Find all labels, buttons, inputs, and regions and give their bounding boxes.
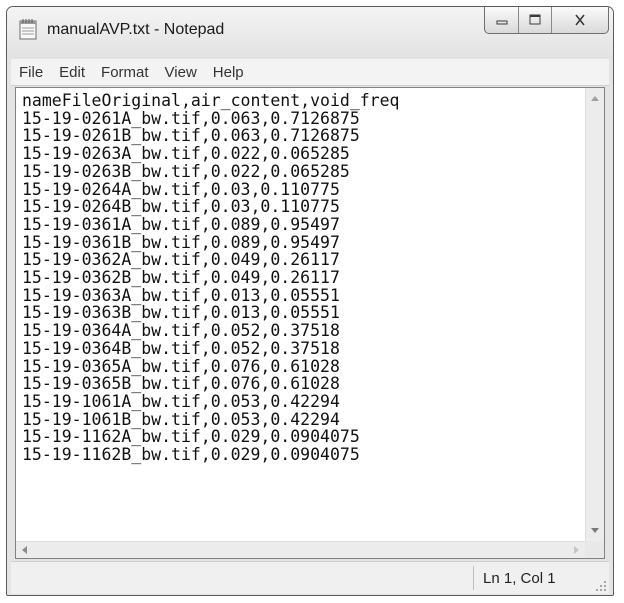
scroll-up-icon[interactable] <box>591 96 599 101</box>
maximize-icon <box>529 14 541 25</box>
window-controls <box>484 7 609 34</box>
text-line[interactable]: 15-19-0363A_bw.tif,0.013,0.05551 <box>22 287 570 305</box>
horizontal-scrollbar[interactable] <box>16 541 585 558</box>
title-bar[interactable]: manualAVP.txt - Notepad <box>7 7 613 59</box>
text-line[interactable]: 15-19-0362B_bw.tif,0.049,0.26117 <box>22 269 570 287</box>
text-line[interactable]: 15-19-0364A_bw.tif,0.052,0.37518 <box>22 322 570 340</box>
scroll-down-icon[interactable] <box>591 528 599 533</box>
text-line[interactable]: 15-19-1162B_bw.tif,0.029,0.0904075 <box>22 446 570 464</box>
text-line[interactable]: 15-19-0261B_bw.tif,0.063,0.7126875 <box>22 127 570 145</box>
menu-file[interactable]: File <box>11 59 51 86</box>
close-icon <box>575 14 585 26</box>
text-line[interactable]: 15-19-0264B_bw.tif,0.03,0.110775 <box>22 198 570 216</box>
text-line[interactable]: 15-19-0263B_bw.tif,0.022,0.065285 <box>22 163 570 181</box>
text-line[interactable]: 15-19-0263A_bw.tif,0.022,0.065285 <box>22 145 570 163</box>
vertical-scrollbar[interactable] <box>585 88 604 541</box>
cursor-position: Ln 1, Col 1 <box>483 570 556 587</box>
text-line[interactable]: 15-19-1061A_bw.tif,0.053,0.42294 <box>22 393 570 411</box>
maximize-button[interactable] <box>518 7 551 33</box>
text-line[interactable]: 15-19-0365A_bw.tif,0.076,0.61028 <box>22 357 570 376</box>
text-line[interactable]: 15-19-0264A_bw.tif,0.03,0.110775 <box>22 180 570 199</box>
minimize-button[interactable] <box>485 7 518 33</box>
text-line[interactable]: 15-19-0365B_bw.tif,0.076,0.61028 <box>22 375 570 393</box>
menu-bar: File Edit Format View Help <box>11 59 609 86</box>
text-line[interactable]: 15-19-0363B_bw.tif,0.013,0.05551 <box>22 304 570 322</box>
text-line[interactable]: 15-19-0361A_bw.tif,0.089,0.95497 <box>22 216 570 234</box>
menu-view[interactable]: View <box>157 59 205 86</box>
notepad-window: manualAVP.txt - Notepad File Edit Format… <box>6 6 614 596</box>
resize-grip-icon[interactable] <box>595 580 607 592</box>
scroll-left-icon[interactable] <box>22 546 27 554</box>
notepad-icon <box>19 18 37 40</box>
menu-help[interactable]: Help <box>205 59 252 86</box>
text-line-header[interactable]: nameFileOriginal,air_content,void_freq <box>22 92 570 110</box>
menu-format[interactable]: Format <box>93 59 157 86</box>
text-line[interactable]: 15-19-1162A_bw.tif,0.029,0.0904075 <box>22 428 570 446</box>
scrollbar-corner <box>585 541 604 558</box>
text-line[interactable]: 15-19-0261A_bw.tif,0.063,0.7126875 <box>22 109 570 128</box>
text-content[interactable]: nameFileOriginal,air_content,void_freq 15… <box>22 92 570 522</box>
scroll-right-icon[interactable] <box>574 546 579 554</box>
text-line[interactable]: 15-19-0361B_bw.tif,0.089,0.95497 <box>22 233 570 252</box>
status-bar: Ln 1, Col 1 <box>11 561 609 594</box>
status-divider <box>473 566 474 590</box>
text-editor[interactable]: nameFileOriginal,air_content,void_freq 15… <box>15 87 605 559</box>
text-line[interactable]: 15-19-1061B_bw.tif,0.053,0.42294 <box>22 410 570 429</box>
close-button[interactable] <box>551 7 608 33</box>
minimize-icon <box>496 20 507 25</box>
text-line[interactable]: 15-19-0364B_bw.tif,0.052,0.37518 <box>22 340 570 358</box>
window-title: manualAVP.txt - Notepad <box>47 21 225 38</box>
menu-edit[interactable]: Edit <box>51 59 93 86</box>
text-line[interactable]: 15-19-0362A_bw.tif,0.049,0.26117 <box>22 251 570 269</box>
